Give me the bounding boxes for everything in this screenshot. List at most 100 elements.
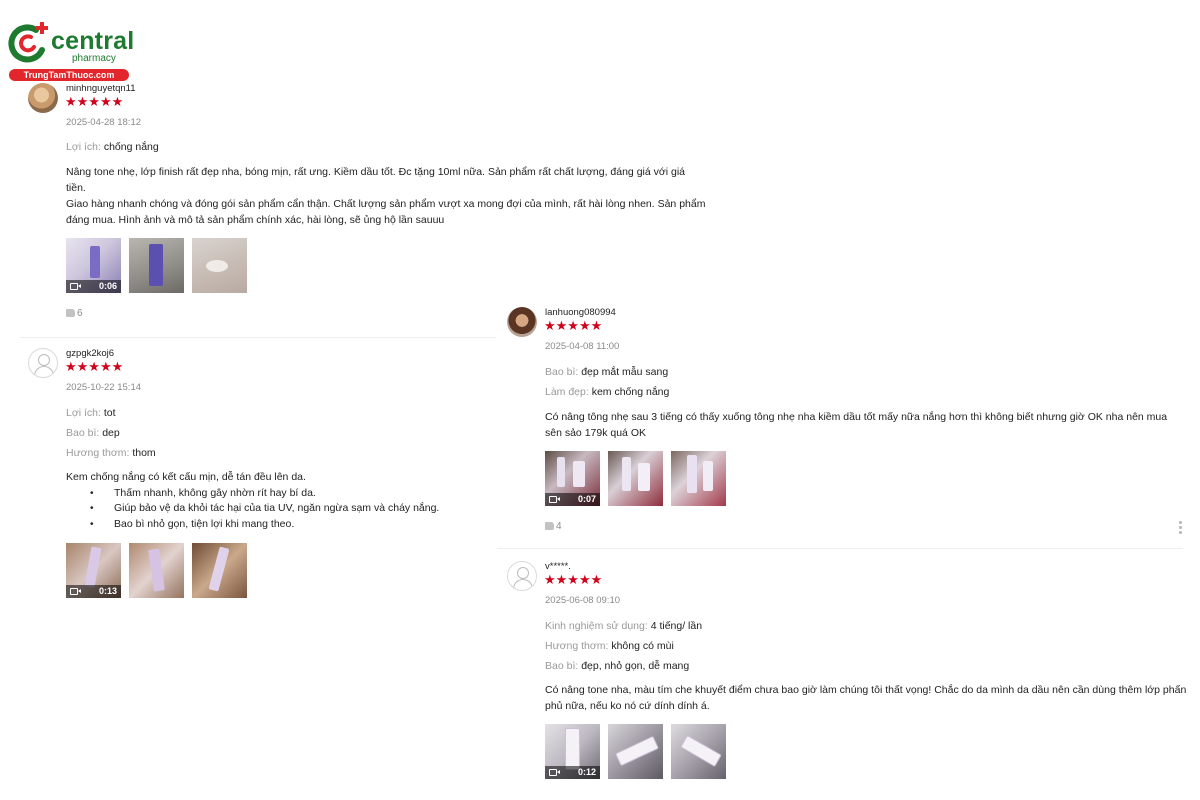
list-item: Bao bì nhỏ gọn, tiện lợi khi mang theo. (66, 517, 486, 533)
review-photo[interactable] (192, 238, 247, 293)
attribute-label: Lợi ích: (66, 407, 101, 419)
review-bullet-list: Thấm nhanh, không gây nhờn rít hay bí da… (66, 486, 486, 533)
star-rating: ★★★★★ (544, 572, 603, 587)
video-duration-bar: 0:13 (66, 585, 121, 598)
video-duration: 0:06 (98, 281, 117, 291)
attribute-label: Lợi ích: (66, 141, 101, 153)
logo-brand-text: central (51, 27, 135, 55)
video-duration: 0:12 (577, 767, 596, 777)
attribute-row: Lợi ích: chống nắng (66, 140, 159, 160)
attribute-label: Bao bì: (545, 660, 579, 672)
review-card: minhnguyetqn11 ★★★★★ 2025-04-28 18:12 Lợ… (28, 83, 708, 323)
review-card: lanhuong080994 ★★★★★ 2025-04-08 11:00 Ba… (507, 307, 1187, 537)
like-button[interactable]: 4 (545, 521, 562, 532)
logo-c-cross-icon (8, 22, 48, 63)
review-date: 2025-04-08 11:00 (545, 341, 620, 352)
attribute-row: Hương thơm: không có mùi (545, 639, 702, 659)
attribute-value: chống nắng (103, 141, 159, 153)
review-paragraph: Có nâng tông nhẹ sau 3 tiếng có thấy xuố… (545, 411, 1168, 439)
attribute-label: Kinh nghiệm sử dụng: (545, 620, 648, 632)
attribute-row: Kinh nghiệm sử dụng: 4 tiếng/ lần (545, 619, 702, 639)
attribute-value: dep (102, 427, 120, 439)
review-card: v*****. ★★★★★ 2025-06-08 09:10 Kinh nghi… (507, 561, 1187, 786)
logo-subtitle: pharmacy (72, 53, 116, 64)
attribute-value: đẹp mắt mẫu sang (581, 366, 669, 378)
like-count: 4 (556, 521, 562, 532)
review-photo[interactable] (671, 451, 726, 506)
avatar[interactable] (507, 561, 537, 591)
attribute-label: Hương thơm: (66, 447, 130, 459)
attribute-label: Hương thơm: (545, 640, 609, 652)
more-options-icon[interactable] (1179, 521, 1182, 536)
attribute-value: tot (103, 407, 116, 419)
reviewer-username[interactable]: v*****. (545, 561, 571, 572)
review-paragraph: Giao hàng nhanh chóng và đóng gói sản ph… (66, 198, 706, 226)
star-rating: ★★★★★ (65, 359, 124, 374)
review-photo[interactable] (671, 724, 726, 779)
review-photo[interactable] (608, 724, 663, 779)
thumbs-up-icon (545, 522, 554, 530)
review-photo[interactable] (192, 543, 247, 598)
review-text: Nâng tone nhẹ, lớp finish rất đẹp nha, b… (66, 164, 706, 228)
like-button[interactable]: 6 (66, 308, 83, 319)
attribute-row: Làm đẹp: kem chống nắng (545, 385, 669, 405)
video-duration-bar: 0:12 (545, 766, 600, 779)
review-attributes: Lợi ích: chống nắng (66, 140, 159, 160)
avatar[interactable] (507, 307, 537, 337)
review-attributes: Bao bì: đẹp mắt mẫu sang Làm đẹp: kem ch… (545, 365, 669, 405)
attribute-row: Lợi ích: tot (66, 406, 156, 426)
review-paragraph: Có nâng tone nha, màu tím che khuyết điể… (545, 684, 1187, 712)
divider (497, 548, 1183, 549)
video-camera-icon (70, 588, 81, 595)
video-duration-bar: 0:07 (545, 493, 600, 506)
review-attributes: Kinh nghiệm sử dụng: 4 tiếng/ lần Hương … (545, 619, 702, 679)
review-text: Kem chống nắng có kết cấu mịn, dễ tán đề… (66, 470, 486, 532)
star-rating: ★★★★★ (544, 318, 603, 333)
avatar[interactable] (28, 83, 58, 113)
video-camera-icon (549, 496, 560, 503)
attribute-value: kem chống nắng (591, 386, 670, 398)
video-duration-bar: 0:06 (66, 280, 121, 293)
reviewer-username[interactable]: minhnguyetqn11 (66, 83, 136, 94)
video-thumbnail[interactable]: 0:13 (66, 543, 121, 598)
review-media: 0:12 (545, 724, 730, 779)
star-rating: ★★★★★ (65, 94, 124, 109)
video-camera-icon (70, 283, 81, 290)
video-thumbnail[interactable]: 0:07 (545, 451, 600, 506)
reviewer-username[interactable]: lanhuong080994 (545, 307, 616, 318)
avatar[interactable] (28, 348, 58, 378)
attribute-row: Bao bì: dep (66, 426, 156, 446)
review-date: 2025-10-22 15:14 (66, 382, 142, 393)
video-duration: 0:07 (577, 494, 596, 504)
video-duration: 0:13 (98, 586, 117, 596)
reviewer-username[interactable]: gzpgk2koj6 (66, 348, 114, 359)
attribute-row: Hương thơm: thom (66, 446, 156, 466)
review-text: Có nâng tone nha, màu tím che khuyết điể… (545, 682, 1195, 714)
review-date: 2025-04-28 18:12 (66, 117, 142, 128)
review-paragraph: Nâng tone nhẹ, lớp finish rất đẹp nha, b… (66, 166, 686, 194)
divider (20, 337, 496, 338)
attribute-row: Bao bì: đẹp mắt mẫu sang (545, 365, 669, 385)
like-count: 6 (77, 308, 83, 319)
review-attributes: Lợi ích: tot Bao bì: dep Hương thơm: tho… (66, 406, 156, 466)
review-photo[interactable] (129, 238, 184, 293)
review-text: Có nâng tông nhẹ sau 3 tiếng có thấy xuố… (545, 409, 1175, 441)
attribute-label: Bao bì: (545, 366, 579, 378)
video-thumbnail[interactable]: 0:12 (545, 724, 600, 779)
video-thumbnail[interactable]: 0:06 (66, 238, 121, 293)
review-photo[interactable] (129, 543, 184, 598)
central-pharmacy-logo[interactable]: central pharmacy TrungTamThuoc.com (6, 20, 134, 82)
attribute-value: 4 tiếng/ lần (650, 620, 703, 632)
attribute-label: Bao bì: (66, 427, 100, 439)
list-item: Thấm nhanh, không gây nhờn rít hay bí da… (66, 486, 486, 502)
review-paragraph: Kem chống nắng có kết cấu mịn, dễ tán đề… (66, 471, 306, 483)
attribute-label: Làm đẹp: (545, 386, 589, 398)
attribute-row: Bao bì: đẹp, nhỏ gọn, dễ mang (545, 659, 702, 679)
attribute-value: thom (132, 447, 156, 459)
thumbs-up-icon (66, 309, 75, 317)
review-media: 0:07 (545, 451, 730, 506)
review-photo[interactable] (608, 451, 663, 506)
attribute-value: không có mùi (611, 640, 674, 652)
video-camera-icon (549, 769, 560, 776)
review-date: 2025-06-08 09:10 (545, 595, 621, 606)
